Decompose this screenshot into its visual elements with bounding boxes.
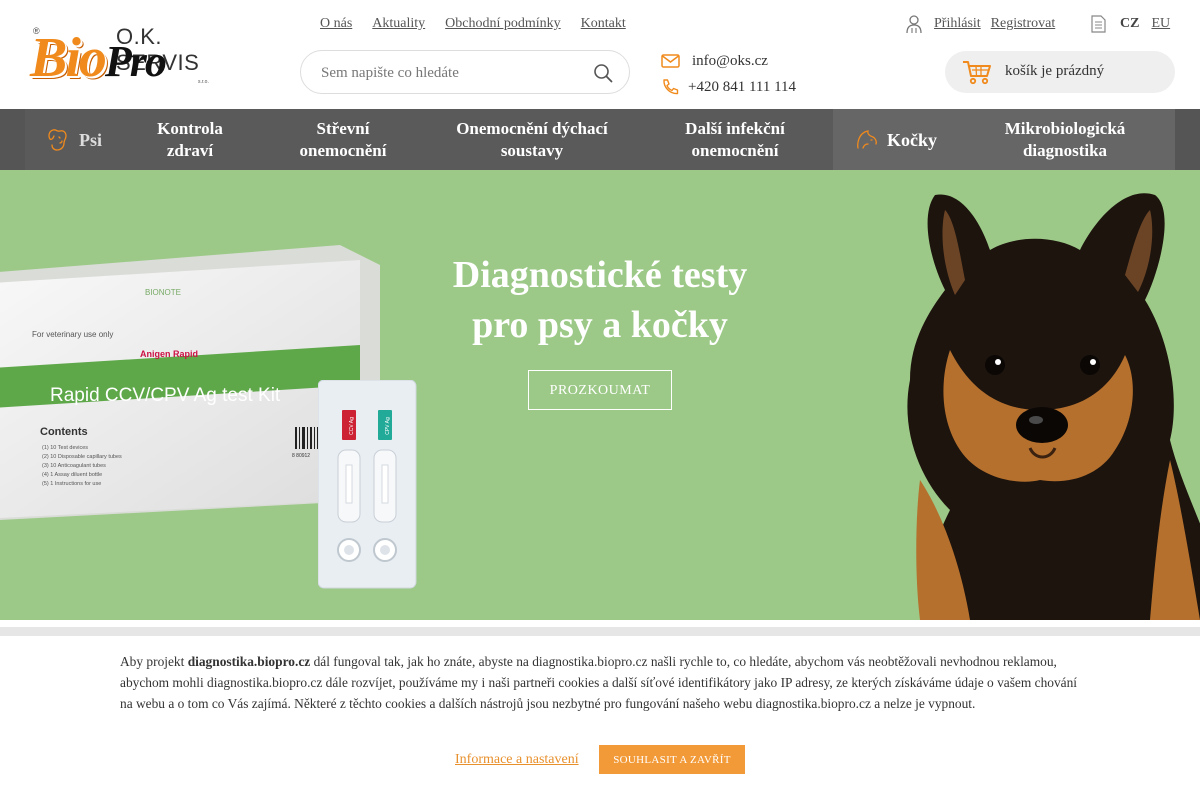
divider (0, 627, 1200, 636)
nav-item-label-line2: onemocnění (299, 140, 387, 160)
contact-info: info@oks.cz +420 841 111 114 (660, 48, 796, 100)
nav-item-label-line1: Kontrola (157, 118, 223, 138)
nav-item-label-line2: zdraví (166, 140, 214, 160)
nav-dogs-label: Psi (79, 129, 103, 150)
cookie-agree-button[interactable]: SOUHLASIT A ZAVŘÍT (599, 745, 745, 774)
cookie-text-start: Aby projekt (120, 654, 188, 669)
nav-item-label-line1: Mikrobiologická (1004, 118, 1126, 138)
topnav-link-contact[interactable]: Kontakt (581, 16, 626, 32)
box-product-name: Rapid CCV/CPV Ag test Kit (50, 385, 281, 406)
cart-button[interactable]: košík je prázdný (945, 51, 1175, 93)
dog-icon (48, 128, 67, 151)
box-contents-title: Contents (40, 426, 88, 438)
test-device-image: CCV Ag CPV Ag (318, 380, 417, 589)
topnav-link-news[interactable]: Aktuality (372, 16, 425, 32)
document-icon (1091, 15, 1106, 33)
category-navbar: Psi Kontrola zdraví Střevní onemocnění One… (0, 109, 1200, 170)
cookie-consent-bar: Aby projekt diagnostika.biopro.cz dál fu… (0, 636, 1200, 800)
lang-eu[interactable]: EU (1151, 16, 1170, 32)
box-contents-item: (5) 1 Instructions for use (42, 481, 101, 487)
lang-cz[interactable]: CZ (1120, 16, 1139, 32)
hero-title-line1: Diagnostické testy (452, 254, 748, 296)
puppy-image (907, 193, 1200, 620)
nav-cats-label: Kočky (887, 129, 938, 150)
search-input[interactable] (321, 62, 581, 84)
box-contents-item: (3) 10 Anticoagulant tubes (42, 463, 106, 469)
logo-suffix: s.r.o. (198, 79, 209, 85)
logo-brand: BioPro (30, 27, 167, 90)
header: ® O.K. SERVIS BioPro s.r.o. O nás Aktual… (0, 0, 1200, 109)
cookie-domain: diagnostika.biopro.cz (187, 654, 311, 669)
device-label-1: CCV Ag (349, 417, 355, 435)
box-use-text: For veterinary use only (32, 330, 113, 339)
hero-title-line2: pro psy a kočky (472, 304, 728, 346)
user-links: Přihlásit Registrovat (904, 14, 1055, 34)
nav-item-microbiology[interactable]: Mikrobiologická diagnostika (985, 109, 1145, 170)
hero-banner: BIONOTE For veterinary use only Anigen R… (0, 170, 1200, 620)
top-navigation: O nás Aktuality Obchodní podmínky Kontak… (320, 16, 626, 32)
box-contents-item: (2) 10 Disposable capillary tubes (42, 454, 122, 460)
contact-email[interactable]: info@oks.cz (660, 48, 796, 74)
login-link[interactable]: Přihlásit (934, 16, 981, 32)
logo[interactable]: ® O.K. SERVIS BioPro s.r.o. (30, 24, 220, 86)
cart-label: košík je prázdný (1005, 63, 1105, 79)
logo-brand-bio: Bio (30, 27, 107, 89)
phone-icon (663, 79, 679, 95)
nav-item-label-line2: onemocnění (691, 140, 779, 160)
nav-item-intestinal[interactable]: Střevní onemocnění (270, 109, 416, 170)
search-icon[interactable] (593, 63, 613, 83)
contact-email-text: info@oks.cz (692, 52, 768, 69)
cookie-text: Aby projekt diagnostika.biopro.cz dál fu… (120, 651, 1082, 714)
category-navbar-inner: Psi Kontrola zdraví Střevní onemocnění One… (25, 109, 1175, 170)
nav-cats[interactable]: Kočky (833, 109, 943, 170)
search-box (300, 50, 630, 94)
nav-item-label-line2: soustavy (500, 140, 564, 160)
explore-button[interactable]: PROZKOUMAT (528, 370, 672, 410)
box-barcode-number: 8 80912 (292, 453, 310, 459)
cat-icon (857, 129, 877, 149)
nav-item-label-line1: Střevní (316, 118, 370, 138)
hero-title: Diagnostické testy pro psy a kočky (400, 250, 800, 350)
box-contents-item: (1) 10 Test devices (42, 445, 88, 451)
user-icon (906, 15, 922, 34)
nav-item-infectious[interactable]: Další infekční onemocnění (655, 109, 815, 170)
topnav-link-terms[interactable]: Obchodní podmínky (445, 16, 561, 32)
nav-dogs[interactable]: Psi (45, 109, 125, 170)
contact-phone[interactable]: +420 841 111 114 (660, 74, 796, 100)
box-contents-item: (4) 1 Assay diluent bottle (42, 472, 102, 478)
box-product-line: Anigen Rapid (140, 349, 198, 359)
box-brand: BIONOTE (145, 288, 181, 297)
nav-item-label-line1: Další infekční (685, 118, 785, 138)
mail-icon (661, 54, 680, 68)
topnav-link-about[interactable]: O nás (320, 16, 352, 32)
cookie-settings-link[interactable]: Informace a nastavení (455, 752, 579, 768)
contact-phone-text: +420 841 111 114 (688, 78, 797, 95)
nav-item-label-line2: diagnostika (1022, 140, 1108, 160)
logo-brand-pro: Pro (104, 37, 167, 86)
cart-icon (963, 61, 991, 85)
nav-item-label-line1: Onemocnění dýchací (456, 118, 608, 138)
language-switcher: CZ EU (1088, 14, 1170, 34)
register-link[interactable]: Registrovat (991, 16, 1056, 32)
nav-item-respiratory[interactable]: Onemocnění dýchací soustavy (437, 109, 627, 170)
device-label-2: CPV Ag (385, 417, 391, 435)
nav-item-health-check[interactable]: Kontrola zdraví (130, 109, 250, 170)
